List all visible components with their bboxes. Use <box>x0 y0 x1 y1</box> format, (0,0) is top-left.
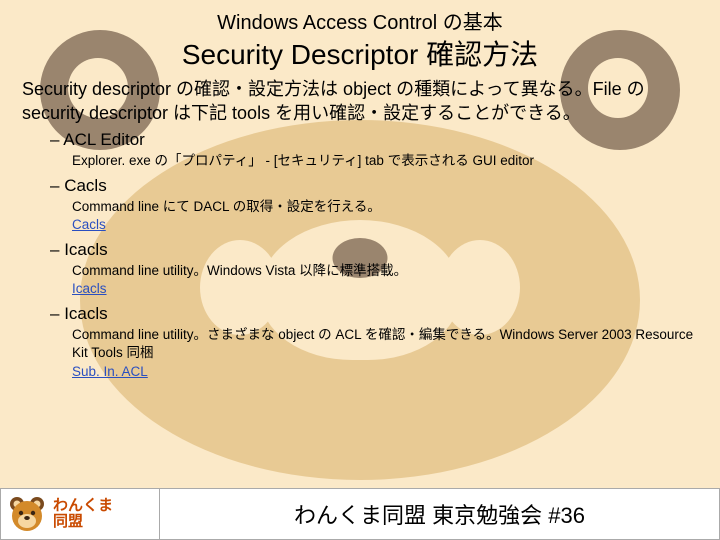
tool-name: Icacls <box>50 240 698 260</box>
tool-link[interactable]: Cacls <box>72 217 106 232</box>
list-item: Icacls Command line utility。さまざまな object… <box>50 304 698 380</box>
tool-name: Icacls <box>50 304 698 324</box>
logo-badge: わんくま 同盟 <box>0 488 160 540</box>
tool-link[interactable]: Icacls <box>72 281 107 296</box>
tool-name: ACL Editor <box>50 130 698 150</box>
slide-title: Security Descriptor 確認方法 <box>22 33 698 73</box>
bear-icon <box>7 494 47 534</box>
badge-line-2: 同盟 <box>53 514 113 530</box>
tool-desc: Command line にて DACL の取得・設定を行える。 <box>72 198 698 216</box>
tool-list: ACL Editor Explorer. exe の「プロパティ」 - [セキュ… <box>50 130 698 381</box>
list-item: Cacls Command line にて DACL の取得・設定を行える。 C… <box>50 176 698 234</box>
tool-desc: Command line utility。Windows Vista 以降に標準… <box>72 262 698 280</box>
tool-link[interactable]: Sub. In. ACL <box>72 364 148 379</box>
tool-name: Cacls <box>50 176 698 196</box>
slide-supertitle: Windows Access Control の基本 <box>22 6 698 35</box>
list-item: ACL Editor Explorer. exe の「プロパティ」 - [セキュ… <box>50 130 698 170</box>
list-item: Icacls Command line utility。Windows Vist… <box>50 240 698 298</box>
tool-desc: Command line utility。さまざまな object の ACL … <box>72 326 698 362</box>
lead-paragraph: Security descriptor の確認・設定方法は object の種類… <box>22 77 698 126</box>
footer-text: わんくま同盟 東京勉強会 #36 <box>160 488 720 540</box>
badge-line-1: わんくま <box>53 498 113 514</box>
tool-desc: Explorer. exe の「プロパティ」 - [セキュリティ] tab で表… <box>72 152 698 170</box>
